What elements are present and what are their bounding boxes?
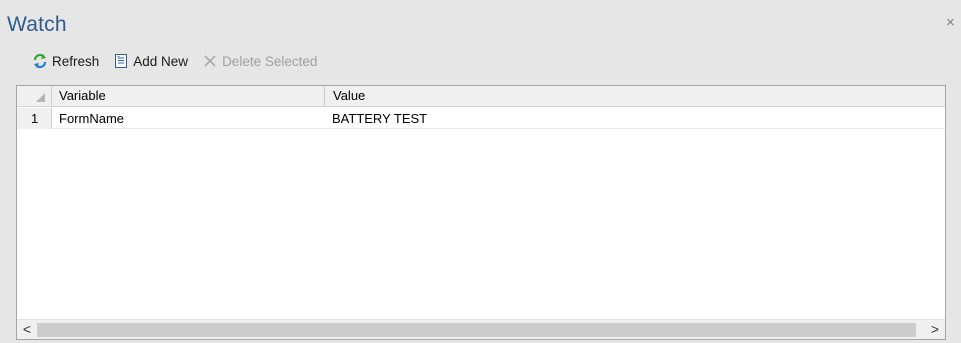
- add-new-button[interactable]: Add New: [113, 51, 188, 71]
- cell-value[interactable]: BATTERY TEST: [332, 108, 942, 129]
- document-icon: [113, 53, 129, 69]
- select-all-corner[interactable]: [17, 86, 52, 106]
- column-header-value[interactable]: Value: [324, 86, 944, 106]
- delete-x-icon: [202, 53, 218, 69]
- row-number: 1: [17, 108, 52, 129]
- close-icon[interactable]: ×: [946, 15, 960, 31]
- watch-grid: Variable Value 1 FormName BATTERY TEST <…: [16, 85, 946, 340]
- add-new-label: Add New: [133, 53, 189, 69]
- refresh-button[interactable]: Refresh: [32, 51, 99, 71]
- delete-selected-label: Delete Selected: [222, 53, 318, 69]
- toolbar: Refresh Add New Delete Selected: [32, 51, 331, 71]
- corner-triangle-icon: [36, 93, 45, 102]
- scroll-right-icon[interactable]: >: [925, 320, 945, 340]
- refresh-icon: [32, 53, 48, 69]
- horizontal-scrollbar[interactable]: < >: [17, 319, 945, 339]
- refresh-label: Refresh: [52, 53, 100, 69]
- panel-title: Watch: [7, 13, 67, 36]
- column-header-variable[interactable]: Variable: [53, 86, 323, 106]
- scroll-left-icon[interactable]: <: [17, 320, 37, 340]
- cell-variable[interactable]: FormName: [59, 108, 324, 129]
- scroll-thumb[interactable]: [37, 323, 916, 337]
- delete-selected-button[interactable]: Delete Selected: [202, 51, 317, 71]
- grid-header: Variable Value: [17, 86, 945, 107]
- table-row[interactable]: 1 FormName BATTERY TEST: [17, 108, 945, 129]
